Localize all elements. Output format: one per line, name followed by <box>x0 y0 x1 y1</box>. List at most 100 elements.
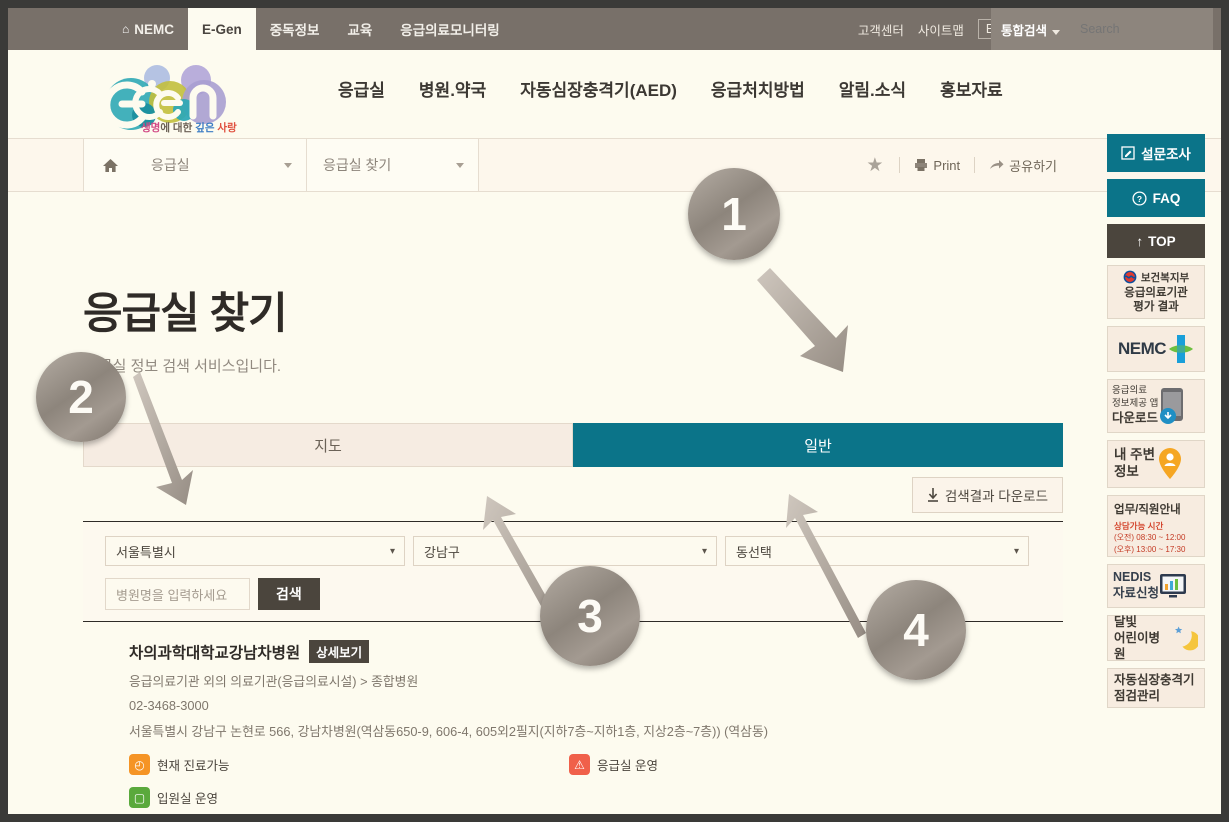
sido-select[interactable]: 서울특별시 ▾ <box>105 536 405 566</box>
hospital-name-input[interactable]: 병원명을 입력하세요 <box>105 578 250 610</box>
egen-logo[interactable]: 생명에 대한 깊은 사랑 <box>100 58 245 136</box>
breadcrumb-actions: ★ Print 공유하기 <box>850 139 1071 191</box>
nedis-line1: NEDIS <box>1113 570 1152 585</box>
detail-view-button[interactable]: 상세보기 <box>309 640 370 663</box>
up-arrow-icon: ↑ <box>1136 233 1144 249</box>
nav-item-aed[interactable]: 자동심장충격기(AED) <box>520 76 677 101</box>
moonlight-label: 달빛 어린이병원 <box>1114 614 1169 663</box>
rail-item-survey-label: 설문조사 <box>1141 147 1191 162</box>
global-site-nav: ⌂ NEMC E-Gen 중독정보 교육 응급의료모니터링 <box>108 8 514 50</box>
sido-select-value: 서울특별시 <box>116 544 176 560</box>
gnb-item-poison-info[interactable]: 중독정보 <box>256 8 334 50</box>
rail-item-aed-check[interactable]: 자동심장충격기 점검관리 <box>1107 668 1205 708</box>
gnb-item-education[interactable]: 교육 <box>333 8 386 50</box>
page-title: 응급실 찾기 <box>83 289 288 338</box>
search-scope-text: 통합검색 <box>1001 23 1048 38</box>
dong-select[interactable]: 동선택 ▾ <box>725 536 1029 566</box>
page-body: 생명에 대한 깊은 사랑 응급실 병원.약국 자동심장충격기(AED) 응급처치… <box>8 50 1221 814</box>
nav-item-news[interactable]: 알림.소식 <box>839 76 906 101</box>
app-download-label: 응급의료 정보제공 앱 다운로드 <box>1112 385 1158 426</box>
app-line1: 응급의료 <box>1112 385 1147 397</box>
egen-logo-icon: 생명에 대한 깊은 사랑 <box>103 65 237 134</box>
chevron-down-icon: ▾ <box>701 545 707 557</box>
rail-item-top[interactable]: ↑ TOP <box>1107 224 1205 258</box>
printer-icon <box>915 159 928 171</box>
customer-center-link[interactable]: 고객센터 <box>858 20 904 39</box>
search-input[interactable] <box>1078 21 1229 37</box>
moon-star-icon <box>1175 626 1198 651</box>
rail-item-app-download[interactable]: 응급의료 정보제공 앱 다운로드 <box>1107 379 1205 433</box>
nearby-line1: 내 주변 <box>1114 447 1156 463</box>
nav-item-first-aid[interactable]: 응급처치방법 <box>711 76 805 101</box>
clock-icon: ◴ <box>129 754 150 775</box>
breadcrumb-level-2[interactable]: 응급실 찾기 <box>307 139 479 191</box>
home-icon: ⌂ <box>122 22 130 36</box>
download-results-label: 검색결과 다운로드 <box>944 489 1048 504</box>
browser-screen: ⌂ NEMC E-Gen 중독정보 교육 응급의료모니터링 고객센터 사이트맵 E… <box>0 0 1229 822</box>
aed-check-label: 자동심장충격기 점검관리 <box>1114 673 1198 704</box>
favorite-star-icon[interactable]: ★ <box>850 154 899 177</box>
gnb-item-nemc[interactable]: ⌂ NEMC <box>108 8 188 50</box>
nav-item-hospital-pharmacy[interactable]: 병원.약국 <box>419 76 486 101</box>
siren-icon: ⚠ <box>569 754 590 775</box>
moonlight-line2: 어린이병원 <box>1114 630 1161 662</box>
gnb-item-monitoring[interactable]: 응급의료모니터링 <box>386 8 513 50</box>
staff-guide-hours-am: (오전) 08:30 ~ 12:00 <box>1114 533 1186 542</box>
breadcrumb-level-1-label: 응급실 <box>151 157 190 173</box>
download-row: 검색결과 다운로드 <box>83 477 1063 513</box>
monitor-chart-icon <box>1160 574 1187 598</box>
tab-general[interactable]: 일반 <box>573 423 1063 467</box>
search-scope-label[interactable]: 통합검색 <box>991 20 1061 39</box>
share-button[interactable]: 공유하기 <box>975 156 1071 175</box>
status-tag-row: ▢ 입원실 운영 <box>129 787 1063 808</box>
svg-text:?: ? <box>1137 194 1142 204</box>
region-select-row: 서울특별시 ▾ 강남구 ▾ 동선택 ▾ <box>105 536 1041 566</box>
breadcrumb-level-1[interactable]: 응급실 <box>135 139 307 191</box>
chevron-down-icon <box>456 162 464 168</box>
nearby-line2: 정보 <box>1114 464 1139 479</box>
view-tabs: 지도 일반 <box>83 423 1063 467</box>
app-line3: 다운로드 <box>1112 411 1159 426</box>
rail-item-staff-guide[interactable]: 업무/직원안내 상담가능 시간 (오전) 08:30 ~ 12:00 (오후) … <box>1107 495 1205 557</box>
phone-download-icon <box>1160 388 1184 424</box>
chevron-down-icon <box>1052 29 1061 35</box>
download-arrow-icon <box>927 488 938 502</box>
rail-item-nemc[interactable]: NEMC <box>1107 326 1205 372</box>
status-badge-er-operating-label: 응급실 운영 <box>597 759 658 773</box>
rail-item-moonlight-clinic[interactable]: 달빛 어린이병원 <box>1107 615 1205 661</box>
rail-item-nearby-info[interactable]: 내 주변 정보 <box>1107 440 1205 488</box>
chevron-down-icon: ▾ <box>389 545 395 557</box>
gugun-select[interactable]: 강남구 ▾ <box>413 536 717 566</box>
gnb-item-egen[interactable]: E-Gen <box>188 8 256 50</box>
rail-item-faq-label: FAQ <box>1152 190 1181 206</box>
tab-map[interactable]: 지도 <box>83 423 573 467</box>
rail-item-mohw-evaluation[interactable]: 보건복지부 응급의료기관 평가 결과 <box>1107 265 1205 319</box>
question-circle-icon: ? <box>1132 190 1147 206</box>
nemc-cross-icon <box>1169 335 1194 363</box>
dong-select-value: 동선택 <box>736 544 772 560</box>
nav-item-promo-materials[interactable]: 홍보자료 <box>940 76 1003 101</box>
nav-item-emergency-room[interactable]: 응급실 <box>338 76 385 101</box>
home-icon <box>102 158 118 172</box>
status-badge-open-now-label: 현재 진료가능 <box>157 759 230 773</box>
download-results-button[interactable]: 검색결과 다운로드 <box>911 477 1063 513</box>
status-tag-row: ◴ 현재 진료가능 ⚠ 응급실 운영 <box>129 754 1063 775</box>
nedis-label: NEDIS 자료신청 <box>1113 570 1159 601</box>
search-submit-button[interactable]: 검색 <box>258 578 320 610</box>
mohw-logo-icon <box>1123 270 1137 284</box>
rail-item-survey[interactable]: 설문조사 <box>1107 134 1205 172</box>
staff-guide-hours-pm: (오후) 13:00 ~ 17:30 <box>1114 544 1186 554</box>
site-header: 생명에 대한 깊은 사랑 응급실 병원.약국 자동심장충격기(AED) 응급처치… <box>8 50 1221 138</box>
print-label: Print <box>933 157 961 173</box>
map-pin-person-icon <box>1159 448 1182 479</box>
sitemap-link[interactable]: 사이트맵 <box>918 20 964 39</box>
gugun-select-value: 강남구 <box>424 544 460 560</box>
print-button[interactable]: Print <box>900 158 974 173</box>
rail-item-faq[interactable]: ? FAQ <box>1107 179 1205 217</box>
hospital-name: 차의과학대학교강남차병원 <box>129 644 301 662</box>
chevron-down-icon <box>284 162 292 168</box>
rail-item-nedis[interactable]: NEDIS 자료신청 <box>1107 564 1205 608</box>
status-badge-inpatient: ▢ 입원실 운영 <box>129 787 569 808</box>
hospital-name-placeholder: 병원명을 입력하세요 <box>116 587 228 603</box>
breadcrumb-home-button[interactable] <box>83 139 137 191</box>
